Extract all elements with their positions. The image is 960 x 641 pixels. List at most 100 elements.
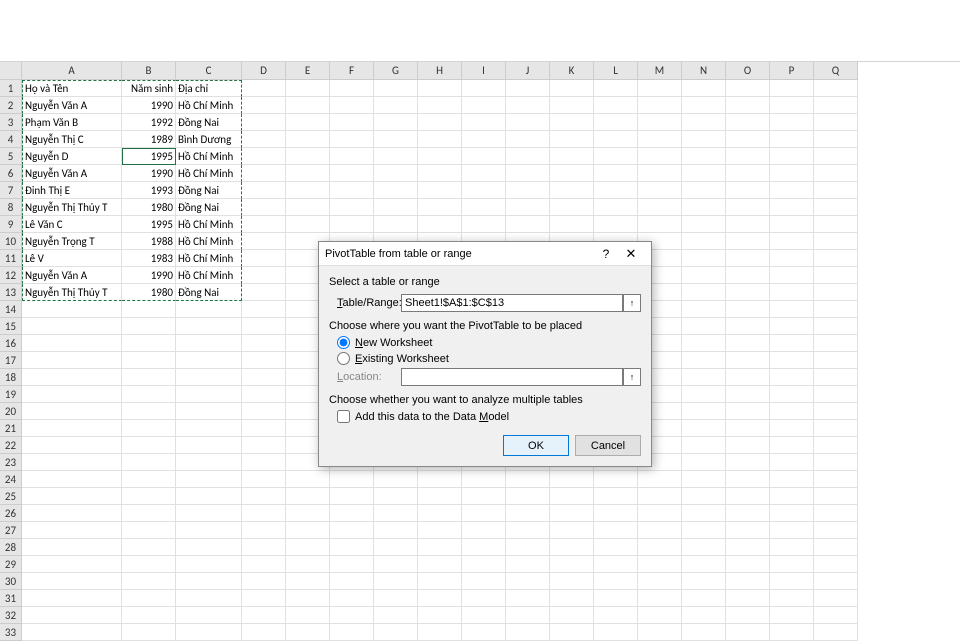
cell-F9[interactable] (330, 216, 374, 233)
existing-worksheet-radio-row[interactable]: Existing Worksheet (329, 352, 641, 365)
cell-Q10[interactable] (814, 233, 858, 250)
cell-P23[interactable] (770, 454, 814, 471)
cell-N32[interactable] (682, 607, 726, 624)
cell-P21[interactable] (770, 420, 814, 437)
row-header-10[interactable]: 10 (0, 233, 22, 250)
cell-Q16[interactable] (814, 335, 858, 352)
cell-I25[interactable] (462, 488, 506, 505)
cell-C25[interactable] (176, 488, 242, 505)
cell-N14[interactable] (682, 301, 726, 318)
cell-O27[interactable] (726, 522, 770, 539)
cell-B8[interactable]: 1980 (122, 199, 176, 216)
cell-Q28[interactable] (814, 539, 858, 556)
cell-Q23[interactable] (814, 454, 858, 471)
cell-J28[interactable] (506, 539, 550, 556)
table-range-input[interactable] (401, 294, 623, 312)
cell-Q6[interactable] (814, 165, 858, 182)
cell-Q1[interactable] (814, 80, 858, 97)
cell-I8[interactable] (462, 199, 506, 216)
cell-B22[interactable] (122, 437, 176, 454)
cell-F6[interactable] (330, 165, 374, 182)
cell-Q25[interactable] (814, 488, 858, 505)
cell-M29[interactable] (638, 556, 682, 573)
cell-M5[interactable] (638, 148, 682, 165)
cell-O10[interactable] (726, 233, 770, 250)
cell-Q22[interactable] (814, 437, 858, 454)
column-header-D[interactable]: D (242, 62, 286, 80)
cell-C18[interactable] (176, 369, 242, 386)
cell-B24[interactable] (122, 471, 176, 488)
cell-A33[interactable] (22, 624, 122, 641)
column-header-H[interactable]: H (418, 62, 462, 80)
cell-I28[interactable] (462, 539, 506, 556)
row-header-9[interactable]: 9 (0, 216, 22, 233)
cell-K33[interactable] (550, 624, 594, 641)
cell-C9[interactable]: Hồ Chí Minh (176, 216, 242, 233)
cell-A6[interactable]: Nguyễn Văn A (22, 165, 122, 182)
cell-O9[interactable] (726, 216, 770, 233)
cell-Q14[interactable] (814, 301, 858, 318)
cell-P6[interactable] (770, 165, 814, 182)
cell-K2[interactable] (550, 97, 594, 114)
cell-C6[interactable]: Hồ Chí Minh (176, 165, 242, 182)
row-header-28[interactable]: 28 (0, 539, 22, 556)
ok-button[interactable]: OK (503, 435, 569, 456)
cell-Q29[interactable] (814, 556, 858, 573)
cell-F29[interactable] (330, 556, 374, 573)
cell-F33[interactable] (330, 624, 374, 641)
cell-Q12[interactable] (814, 267, 858, 284)
cell-Q19[interactable] (814, 386, 858, 403)
cell-P8[interactable] (770, 199, 814, 216)
cell-K7[interactable] (550, 182, 594, 199)
cell-I1[interactable] (462, 80, 506, 97)
cell-G8[interactable] (374, 199, 418, 216)
cell-Q31[interactable] (814, 590, 858, 607)
cell-A2[interactable]: Nguyễn Văn A (22, 97, 122, 114)
cell-H24[interactable] (418, 471, 462, 488)
cell-D27[interactable] (242, 522, 286, 539)
cell-D20[interactable] (242, 403, 286, 420)
cell-G5[interactable] (374, 148, 418, 165)
cell-M7[interactable] (638, 182, 682, 199)
cell-P3[interactable] (770, 114, 814, 131)
cell-P2[interactable] (770, 97, 814, 114)
cell-L25[interactable] (594, 488, 638, 505)
cell-N7[interactable] (682, 182, 726, 199)
cell-C2[interactable]: Hồ Chí Minh (176, 97, 242, 114)
range-picker-icon[interactable]: ↑ (623, 294, 641, 312)
cell-O32[interactable] (726, 607, 770, 624)
close-icon[interactable]: ✕ (617, 246, 645, 262)
cell-D8[interactable] (242, 199, 286, 216)
existing-worksheet-radio[interactable] (337, 352, 350, 365)
cell-I7[interactable] (462, 182, 506, 199)
cell-Q3[interactable] (814, 114, 858, 131)
cell-B4[interactable]: 1989 (122, 131, 176, 148)
cell-P9[interactable] (770, 216, 814, 233)
cell-N33[interactable] (682, 624, 726, 641)
cell-E8[interactable] (286, 199, 330, 216)
cell-L8[interactable] (594, 199, 638, 216)
cell-D9[interactable] (242, 216, 286, 233)
cell-F26[interactable] (330, 505, 374, 522)
cell-M2[interactable] (638, 97, 682, 114)
row-header-1[interactable]: 1 (0, 80, 22, 97)
cell-D14[interactable] (242, 301, 286, 318)
cell-B14[interactable] (122, 301, 176, 318)
cell-K27[interactable] (550, 522, 594, 539)
cell-N31[interactable] (682, 590, 726, 607)
cell-E33[interactable] (286, 624, 330, 641)
cell-K32[interactable] (550, 607, 594, 624)
cell-N3[interactable] (682, 114, 726, 131)
cell-N2[interactable] (682, 97, 726, 114)
cell-F31[interactable] (330, 590, 374, 607)
cell-P12[interactable] (770, 267, 814, 284)
column-header-I[interactable]: I (462, 62, 506, 80)
cell-B29[interactable] (122, 556, 176, 573)
cell-J4[interactable] (506, 131, 550, 148)
cell-P5[interactable] (770, 148, 814, 165)
row-header-23[interactable]: 23 (0, 454, 22, 471)
cell-J1[interactable] (506, 80, 550, 97)
cell-C29[interactable] (176, 556, 242, 573)
cell-H4[interactable] (418, 131, 462, 148)
cell-O17[interactable] (726, 352, 770, 369)
